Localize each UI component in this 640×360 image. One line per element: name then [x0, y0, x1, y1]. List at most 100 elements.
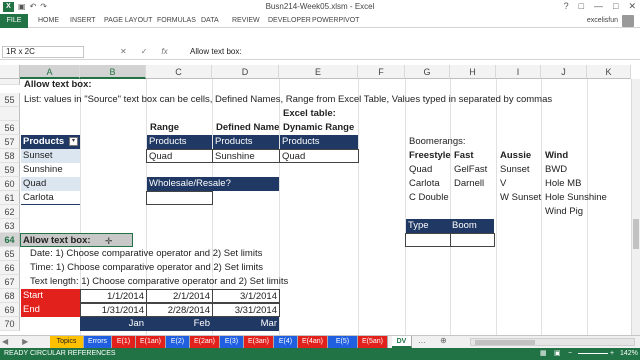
- cell-e57[interactable]: Dynamic Range: [281, 121, 354, 135]
- column-header-i[interactable]: I: [496, 65, 541, 79]
- cell-e58[interactable]: Products: [280, 135, 358, 149]
- tab-e3[interactable]: E(3): [220, 336, 244, 348]
- cell-c61-header[interactable]: Wholesale/Resale?: [147, 177, 279, 191]
- cell-d70[interactable]: Mar: [212, 317, 279, 331]
- row-header-54[interactable]: [0, 79, 20, 85]
- selected-range-a64-b64[interactable]: Allow text box:: [20, 233, 133, 247]
- close-icon[interactable]: ✕: [628, 1, 636, 12]
- cell-h59[interactable]: GelFast: [452, 163, 487, 177]
- tab-dv[interactable]: DV: [392, 336, 412, 348]
- cell-d59[interactable]: Sunshine: [212, 149, 280, 163]
- filter-dropdown-icon[interactable]: ▾: [69, 137, 78, 146]
- column-header-f[interactable]: F: [358, 65, 405, 79]
- tab-e5[interactable]: E(5): [328, 336, 358, 348]
- cell-g58[interactable]: Freestyle: [407, 149, 451, 163]
- avatar[interactable]: [622, 15, 634, 27]
- column-header-c[interactable]: C: [146, 65, 212, 79]
- column-header-g[interactable]: G: [405, 65, 450, 79]
- cell-b70[interactable]: Jan: [80, 317, 146, 331]
- cell-j61[interactable]: Hole Sunshine: [543, 191, 607, 205]
- zoom-out-icon[interactable]: −: [568, 348, 572, 360]
- cell-a54-visible[interactable]: Allow text box:: [22, 79, 92, 93]
- cell-a67[interactable]: Text length: 1) Choose comparative opera…: [28, 275, 288, 289]
- tab-topics[interactable]: Topics: [50, 336, 84, 348]
- tab-data[interactable]: DATA: [201, 17, 219, 24]
- row-header-55[interactable]: 55: [0, 93, 20, 107]
- column-header-h[interactable]: H: [450, 65, 496, 79]
- cell-a58[interactable]: Sunset: [21, 149, 80, 163]
- select-all-corner[interactable]: [0, 65, 20, 79]
- row-header-62[interactable]: 62: [0, 205, 20, 219]
- cell-e59[interactable]: Quad: [279, 149, 359, 163]
- cell-j59[interactable]: BWD: [543, 163, 567, 177]
- cell-d69[interactable]: 3/31/2014: [212, 303, 280, 317]
- cell-i58[interactable]: Aussie: [498, 149, 531, 163]
- cell-g60[interactable]: Carlota: [407, 177, 440, 191]
- cell-h60[interactable]: Darnell: [452, 177, 484, 191]
- column-header-a[interactable]: A: [20, 65, 80, 79]
- cell-b69[interactable]: 1/31/2014: [80, 303, 147, 317]
- vertical-scroll-thumb[interactable]: [633, 219, 639, 249]
- row-header-56[interactable]: 56: [0, 121, 20, 135]
- cell-a60[interactable]: Quad: [21, 177, 80, 191]
- cell-c59[interactable]: Quad: [146, 149, 213, 163]
- column-header-b[interactable]: B: [80, 65, 146, 79]
- cell-d68[interactable]: 3/1/2014: [212, 289, 280, 303]
- cell-a69[interactable]: End: [21, 303, 80, 317]
- normal-view-icon[interactable]: ▦: [540, 348, 547, 360]
- cell-g57[interactable]: Boomerangs:: [407, 135, 466, 149]
- cell-i61[interactable]: W Sunset: [498, 191, 541, 205]
- cell-h64-input[interactable]: [450, 233, 495, 247]
- row-header-61[interactable]: 61: [0, 191, 20, 205]
- enter-icon[interactable]: ✓: [141, 47, 148, 56]
- tab-errors[interactable]: Errors: [84, 336, 112, 348]
- ribbon-display-icon[interactable]: □: [579, 1, 584, 12]
- tab-e2an[interactable]: E(2an): [190, 336, 220, 348]
- row-header-63[interactable]: 63: [0, 219, 20, 233]
- name-box[interactable]: 1R x 2C: [2, 46, 84, 58]
- maximize-icon[interactable]: □: [613, 1, 618, 12]
- cell-h58[interactable]: Fast: [452, 149, 474, 163]
- prev-sheet-icon[interactable]: ◀: [2, 337, 8, 346]
- cell-i59[interactable]: Sunset: [498, 163, 530, 177]
- new-sheet-icon[interactable]: ⊕: [440, 336, 447, 345]
- cell-c69[interactable]: 2/28/2014: [146, 303, 213, 317]
- tab-e1[interactable]: E(1): [112, 336, 136, 348]
- tab-powerpivot[interactable]: POWERPIVOT: [312, 17, 359, 24]
- tab-home[interactable]: HOME: [38, 17, 59, 24]
- row-header-68[interactable]: 68: [0, 289, 20, 303]
- tab-e4[interactable]: E(4): [274, 336, 298, 348]
- tab-file[interactable]: FILE: [0, 14, 28, 28]
- cell-c58[interactable]: Products: [147, 135, 212, 149]
- worksheet-grid[interactable]: A B C D E F G H I J K 55 56 57 58 59 60 …: [0, 65, 640, 335]
- cell-e56[interactable]: Excel table:: [281, 107, 336, 121]
- row-header-67[interactable]: 67: [0, 275, 20, 289]
- row-header-66[interactable]: 66: [0, 261, 20, 275]
- cell-g61[interactable]: C Double: [407, 191, 449, 205]
- page-layout-view-icon[interactable]: ▣: [554, 348, 561, 360]
- tab-e5an[interactable]: E(5an): [358, 336, 388, 348]
- tab-e3an[interactable]: E(3an): [244, 336, 274, 348]
- formula-input[interactable]: Allow text box:: [190, 47, 242, 56]
- insert-function-icon[interactable]: fx: [161, 47, 167, 56]
- horizontal-scrollbar[interactable]: [470, 338, 635, 346]
- row-header-59[interactable]: 59: [0, 163, 20, 177]
- row-header-65[interactable]: 65: [0, 247, 20, 261]
- cell-a59[interactable]: Sunshine: [21, 163, 80, 177]
- tab-developer[interactable]: DEVELOPER: [268, 17, 311, 24]
- row-header-69[interactable]: 69: [0, 303, 20, 317]
- zoom-level[interactable]: 142%: [620, 348, 638, 360]
- help-icon[interactable]: ?: [564, 1, 569, 12]
- more-sheets-icon[interactable]: …: [418, 336, 426, 345]
- cell-c70[interactable]: Feb: [146, 317, 212, 331]
- vertical-scrollbar[interactable]: [631, 79, 640, 335]
- cell-a65[interactable]: Date: 1) Choose comparative operator and…: [28, 247, 262, 261]
- row-header-60[interactable]: 60: [0, 177, 20, 191]
- tab-page-layout[interactable]: PAGE LAYOUT: [104, 17, 152, 24]
- tab-formulas[interactable]: FORMULAS: [157, 17, 196, 24]
- user-name[interactable]: excelisfun: [587, 17, 618, 24]
- cell-j60[interactable]: Hole MB: [543, 177, 581, 191]
- cell-a55[interactable]: List: values in "Source" text box can be…: [22, 93, 552, 107]
- cell-i60[interactable]: V: [498, 177, 506, 191]
- cancel-icon[interactable]: ✕: [120, 47, 127, 56]
